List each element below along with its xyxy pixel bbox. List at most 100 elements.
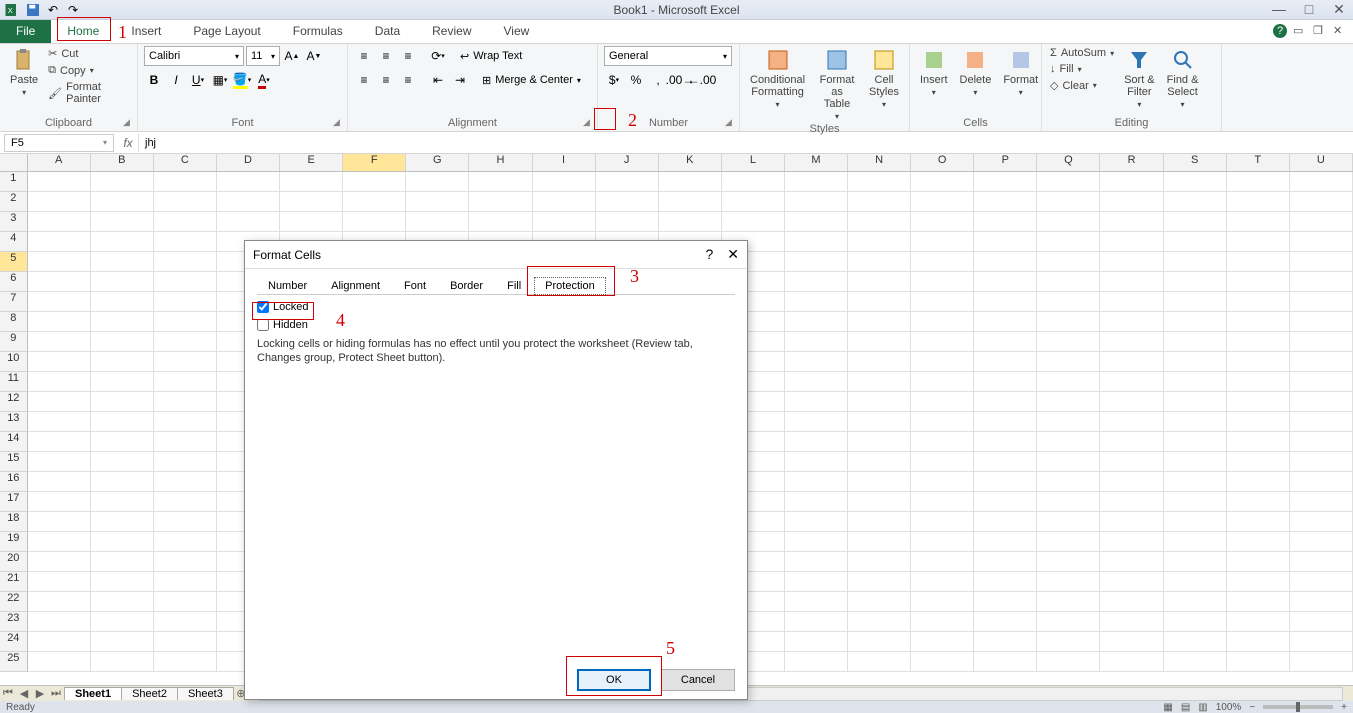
cell[interactable] [28, 632, 91, 652]
font-size-combo[interactable]: 11▾ [246, 46, 280, 66]
row-header[interactable]: 7 [0, 292, 28, 312]
cell[interactable] [154, 512, 217, 532]
col-header[interactable]: U [1290, 154, 1353, 171]
ok-button[interactable]: OK [577, 669, 651, 691]
col-header[interactable]: C [154, 154, 217, 171]
cell[interactable] [722, 172, 785, 192]
cell[interactable] [974, 352, 1037, 372]
cell[interactable] [28, 272, 91, 292]
cell[interactable] [974, 452, 1037, 472]
cell[interactable] [1100, 412, 1163, 432]
cell[interactable] [28, 392, 91, 412]
cell[interactable] [1037, 332, 1100, 352]
cell[interactable] [28, 532, 91, 552]
cell[interactable] [785, 312, 848, 332]
cell[interactable] [154, 632, 217, 652]
cancel-button[interactable]: Cancel [661, 669, 735, 691]
cell[interactable] [154, 652, 217, 672]
tab-home[interactable]: Home [51, 20, 115, 43]
row-header[interactable]: 11 [0, 372, 28, 392]
cell[interactable] [469, 212, 532, 232]
cell[interactable] [1290, 652, 1353, 672]
cell[interactable] [1164, 412, 1227, 432]
cell[interactable] [911, 452, 974, 472]
cell[interactable] [1100, 212, 1163, 232]
cell[interactable] [911, 552, 974, 572]
col-header[interactable]: P [974, 154, 1037, 171]
col-header[interactable]: M [785, 154, 848, 171]
format-cells-button[interactable]: Format▾ [999, 46, 1042, 99]
cell[interactable] [1227, 572, 1290, 592]
cell[interactable] [1227, 292, 1290, 312]
cell[interactable] [28, 452, 91, 472]
cell[interactable] [154, 532, 217, 552]
cell[interactable] [911, 472, 974, 492]
cell[interactable] [974, 492, 1037, 512]
cell[interactable] [1164, 292, 1227, 312]
cell[interactable] [974, 572, 1037, 592]
col-header[interactable]: H [469, 154, 532, 171]
cell[interactable] [154, 272, 217, 292]
cell[interactable] [1227, 612, 1290, 632]
col-header[interactable]: G [406, 154, 469, 171]
col-header[interactable]: I [533, 154, 596, 171]
cell[interactable] [785, 192, 848, 212]
merge-center-button[interactable]: ⊞Merge & Center▾ [482, 74, 581, 87]
row-header[interactable]: 22 [0, 592, 28, 612]
cell[interactable] [1227, 352, 1290, 372]
cell[interactable] [848, 512, 911, 532]
cell[interactable] [785, 432, 848, 452]
cell[interactable] [1037, 572, 1100, 592]
cell[interactable] [974, 272, 1037, 292]
cell[interactable] [1290, 272, 1353, 292]
cell[interactable] [1037, 632, 1100, 652]
cell[interactable] [469, 192, 532, 212]
cell[interactable] [91, 292, 154, 312]
cell[interactable] [911, 232, 974, 252]
cell[interactable] [1164, 372, 1227, 392]
cell[interactable] [974, 392, 1037, 412]
cell[interactable] [1100, 292, 1163, 312]
cell[interactable] [91, 232, 154, 252]
zoom-level[interactable]: 100% [1216, 702, 1242, 713]
cell[interactable] [974, 212, 1037, 232]
cell[interactable] [91, 452, 154, 472]
row-header[interactable]: 15 [0, 452, 28, 472]
cell[interactable] [1037, 492, 1100, 512]
autosum-button[interactable]: ΣAutoSum▾ [1048, 46, 1116, 60]
cell[interactable] [1290, 532, 1353, 552]
clipboard-launcher-icon[interactable]: ◢ [123, 117, 133, 127]
cell[interactable] [974, 292, 1037, 312]
cell[interactable] [848, 172, 911, 192]
row-header[interactable]: 20 [0, 552, 28, 572]
percent-button[interactable]: % [626, 70, 646, 90]
col-header[interactable]: E [280, 154, 343, 171]
cell[interactable] [28, 652, 91, 672]
dialog-close-button[interactable]: ✕ [727, 246, 739, 263]
paste-button[interactable]: Paste ▾ [6, 46, 42, 99]
cell[interactable] [1290, 512, 1353, 532]
cell[interactable] [28, 612, 91, 632]
cell[interactable] [154, 312, 217, 332]
cell[interactable] [154, 392, 217, 412]
cell[interactable] [722, 192, 785, 212]
align-right-button[interactable]: ≡ [398, 70, 418, 90]
italic-button[interactable]: I [166, 70, 186, 90]
cell[interactable] [848, 332, 911, 352]
cell[interactable] [659, 192, 722, 212]
row-header[interactable]: 17 [0, 492, 28, 512]
cell[interactable] [911, 512, 974, 532]
cell[interactable] [91, 372, 154, 392]
cell[interactable] [659, 172, 722, 192]
cell[interactable] [1227, 492, 1290, 512]
cell[interactable] [848, 552, 911, 572]
cell[interactable] [1100, 392, 1163, 412]
cell[interactable] [1100, 632, 1163, 652]
cell[interactable] [1100, 452, 1163, 472]
cell[interactable] [848, 392, 911, 412]
col-header[interactable]: K [659, 154, 722, 171]
cell[interactable] [1100, 172, 1163, 192]
cell[interactable] [533, 212, 596, 232]
cell[interactable] [974, 592, 1037, 612]
cell[interactable] [974, 612, 1037, 632]
